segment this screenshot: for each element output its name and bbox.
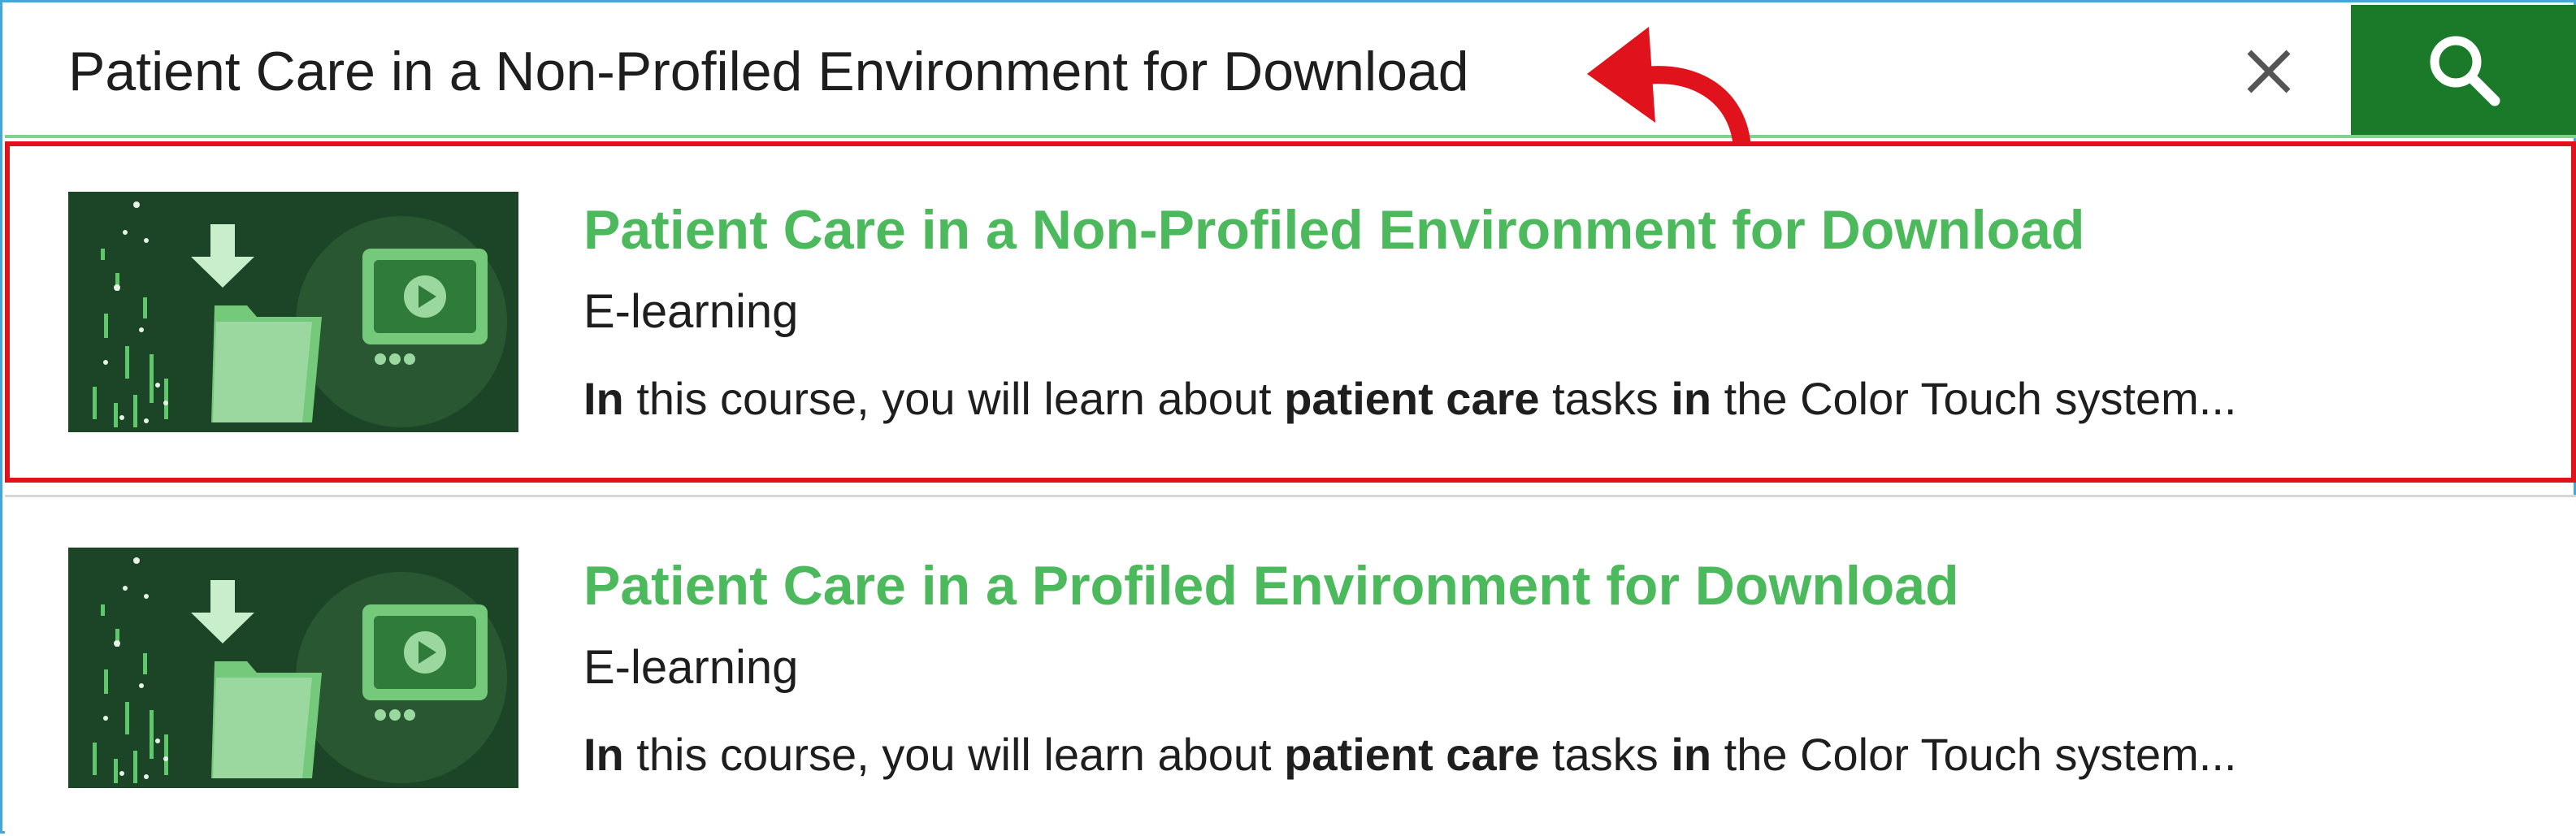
course-thumbnail — [68, 548, 518, 788]
search-input[interactable] — [68, 29, 2100, 114]
close-icon — [2247, 50, 2291, 93]
search-button[interactable] — [2351, 5, 2576, 135]
result-description: In this course, you will learn about pat… — [583, 729, 2237, 780]
clear-search-button[interactable] — [2223, 26, 2314, 117]
course-thumbnail — [68, 192, 518, 432]
result-title[interactable]: Patient Care in a Non-Profiled Environme… — [583, 198, 2085, 262]
search-icon — [2430, 36, 2500, 106]
download-folder-video-icon — [68, 192, 518, 432]
search-result-2[interactable]: Patient Care in a Profiled Environment f… — [5, 495, 2576, 836]
search-result-1[interactable]: Patient Care in a Non-Profiled Environme… — [5, 141, 2576, 483]
result-description: In this course, you will learn about pat… — [583, 373, 2237, 424]
result-type: E-learning — [583, 285, 799, 338]
search-panel: Patient Care in a Non-Profiled Environme… — [0, 0, 2576, 836]
callout-arrow-icon — [1587, 27, 1750, 149]
download-folder-video-icon — [68, 548, 518, 788]
result-title[interactable]: Patient Care in a Profiled Environment f… — [583, 554, 1959, 617]
result-type: E-learning — [583, 641, 799, 694]
search-bar — [5, 5, 2576, 138]
